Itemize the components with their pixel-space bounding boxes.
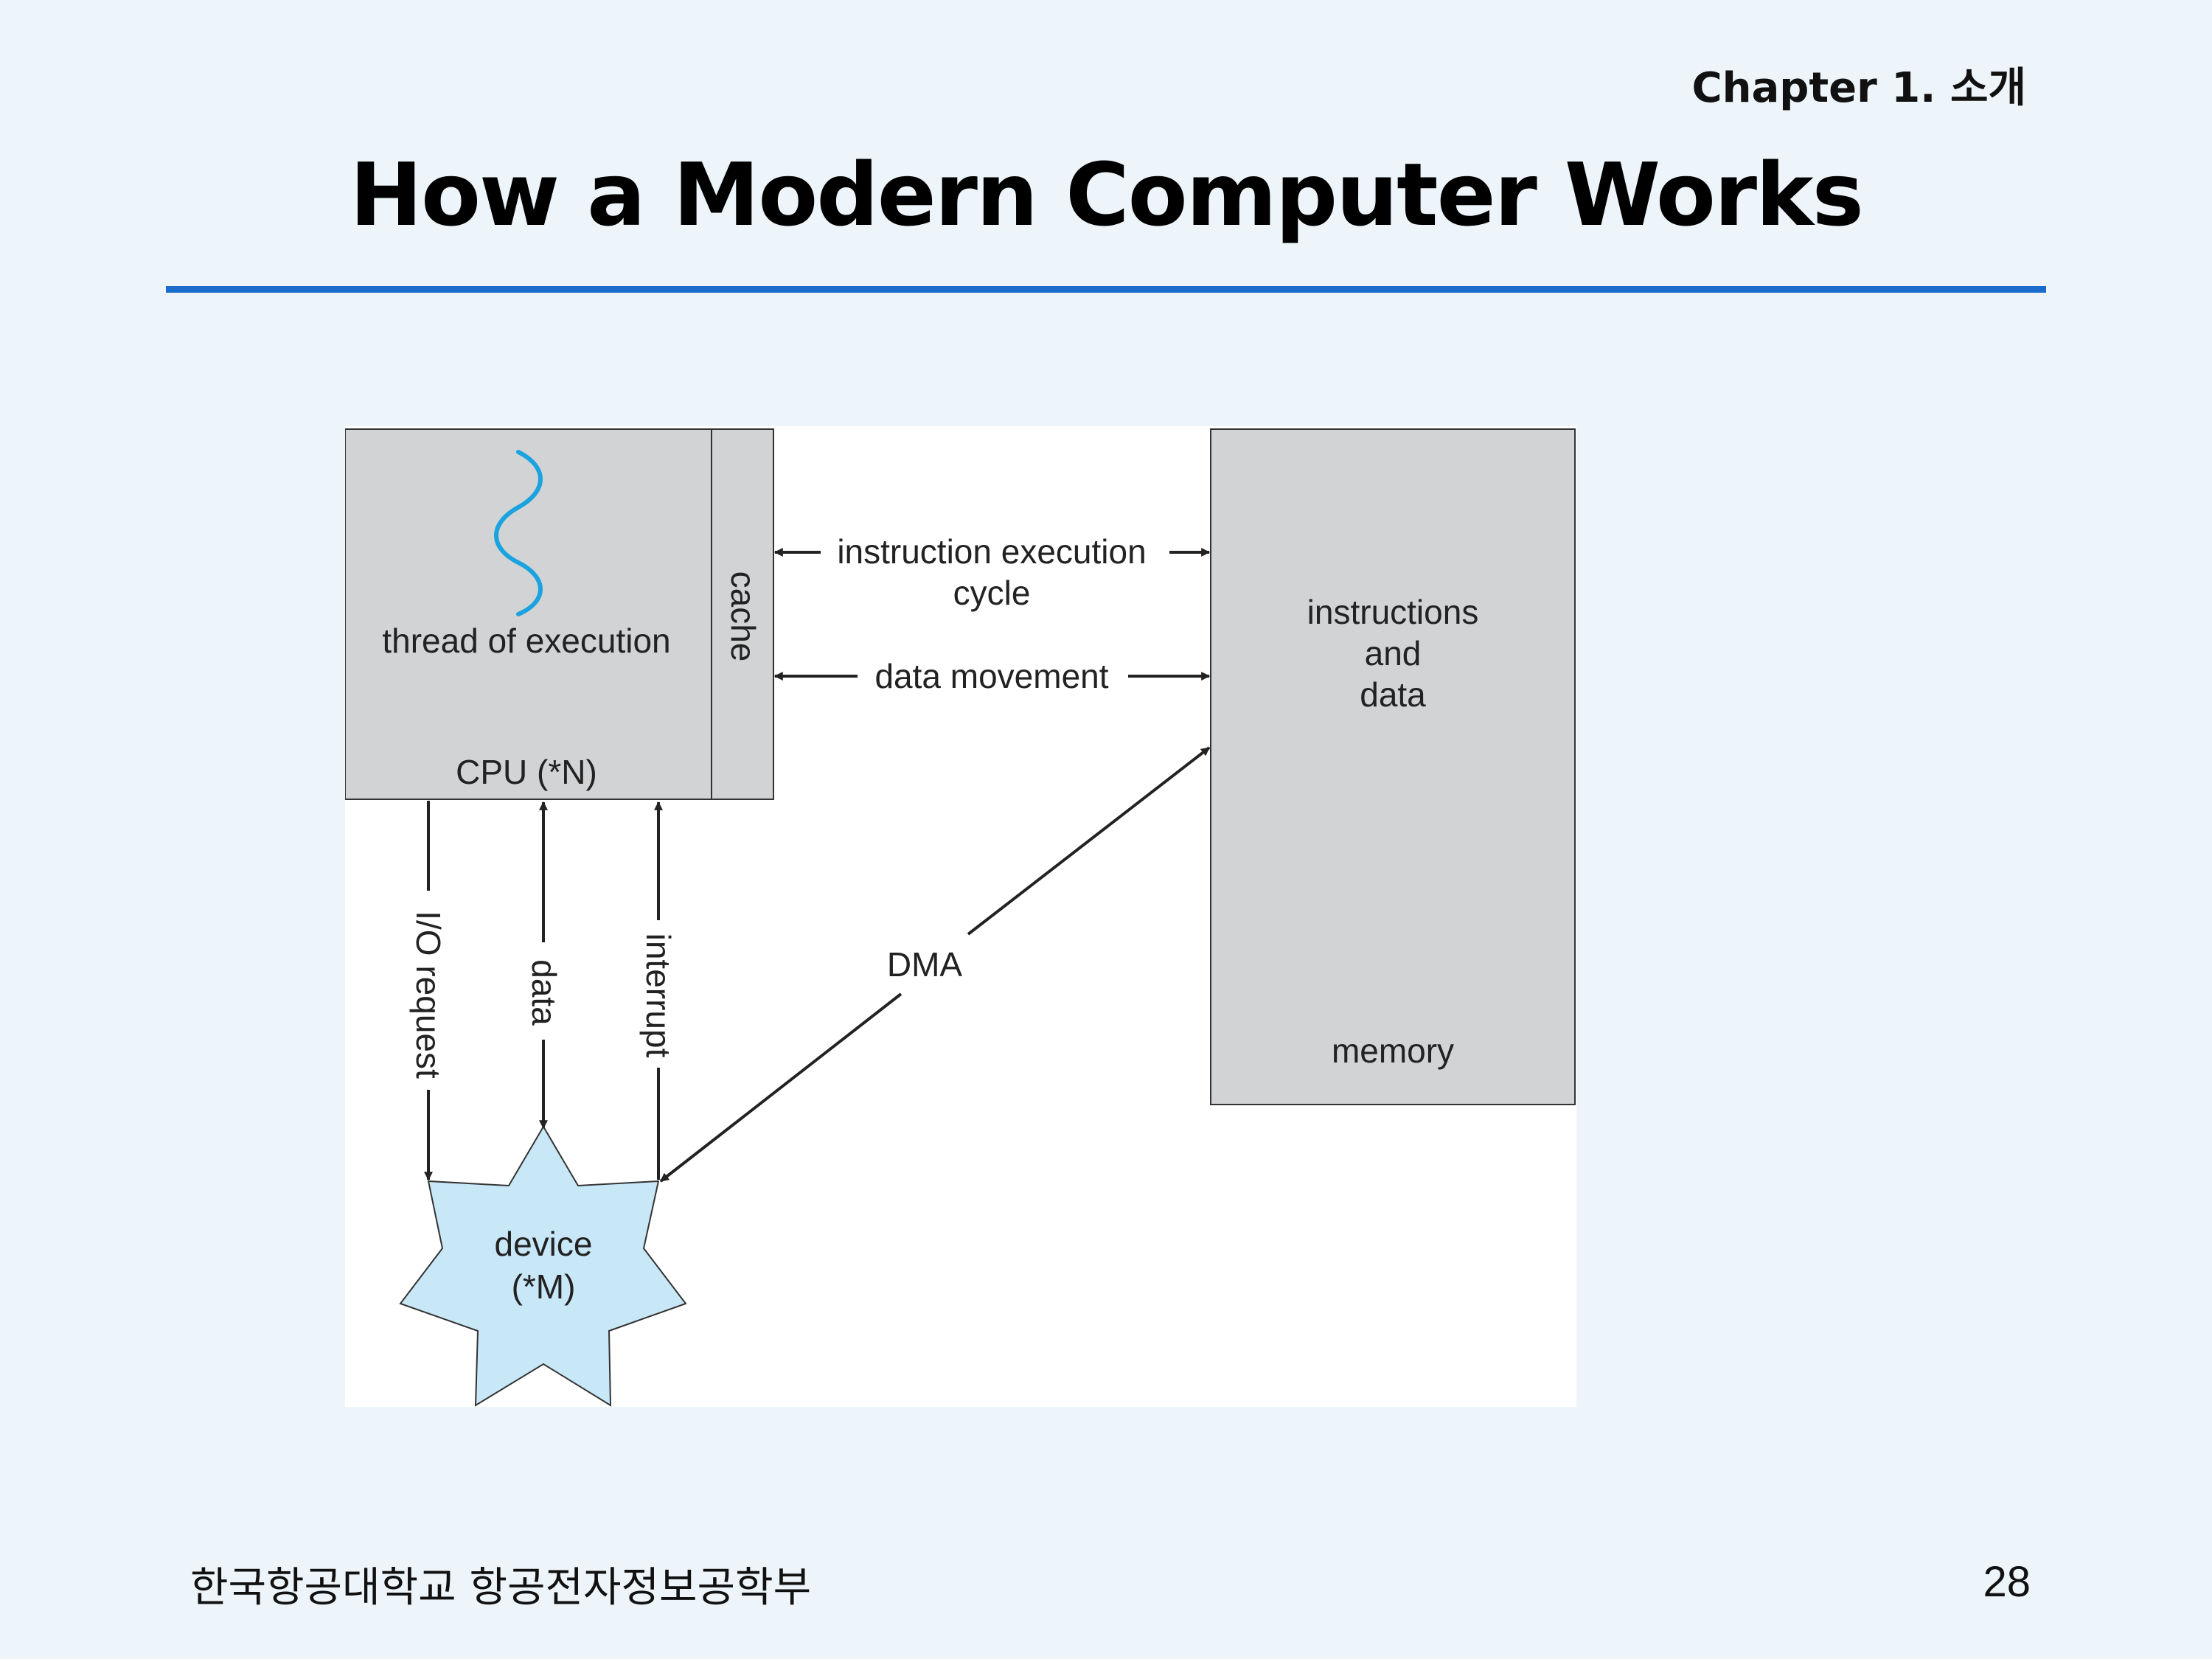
memory-content-line3: data [1360, 675, 1426, 714]
memory-label: memory [1332, 1032, 1454, 1070]
memory-content-line2: and [1365, 634, 1422, 672]
memory-content-line1: instructions [1307, 593, 1479, 631]
data-movement-label: data movement [874, 657, 1108, 695]
interrupt-label: interrupt [639, 933, 678, 1058]
dma-label: DMA [887, 945, 963, 984]
cpu-label: CPU (*N) [456, 753, 597, 791]
memory-box [1210, 428, 1576, 1105]
chapter-label: Chapter 1. 소개 [1691, 64, 2026, 112]
footer-institution: 한국항공대학교 항공전자정보공학부 [190, 1564, 812, 1612]
cpu-box [345, 428, 712, 800]
computer-architecture-diagram: thread of execution CPU (*N) cache instr… [345, 426, 1576, 1407]
instr-exec-label-line1: instruction execution [837, 532, 1146, 571]
page-title: How a Modern Computer Works [349, 144, 1864, 246]
thread-label: thread of execution [382, 622, 670, 660]
data-label: data [525, 959, 563, 1026]
page-number: 28 [1983, 1558, 2031, 1606]
io-request-label: I/O request [409, 911, 448, 1079]
device-label-line1: device [495, 1225, 593, 1263]
device-label-line2: (*M) [512, 1267, 576, 1306]
title-divider [166, 286, 2046, 293]
instr-exec-label-line2: cycle [953, 574, 1031, 612]
cache-label: cache [724, 571, 762, 662]
